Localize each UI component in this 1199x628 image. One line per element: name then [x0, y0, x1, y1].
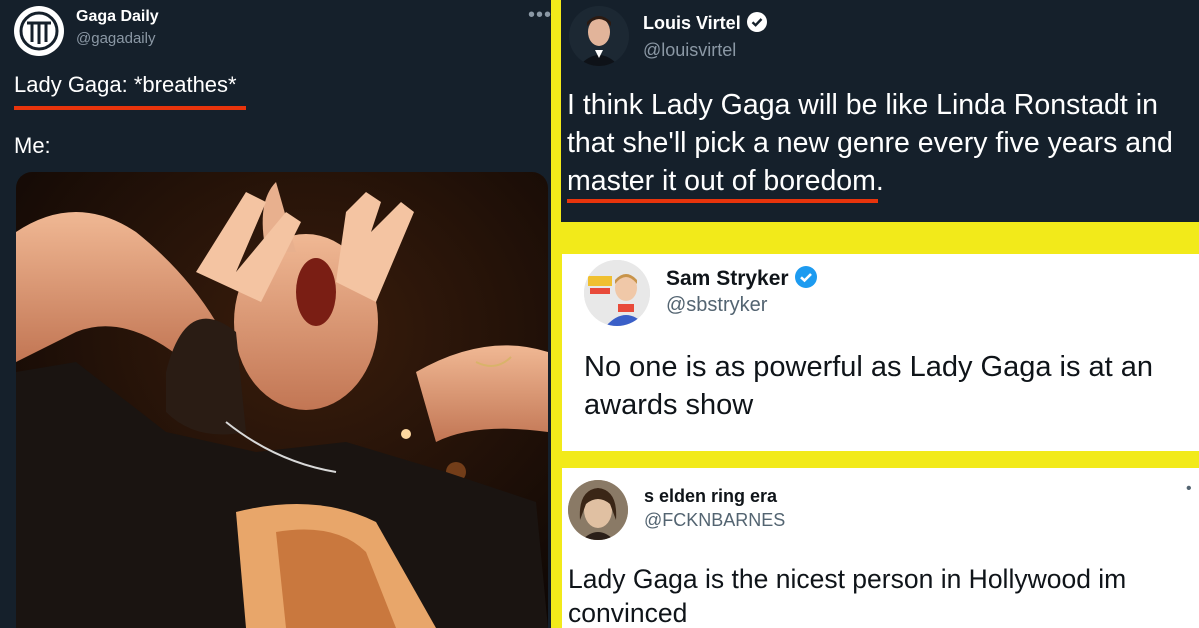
- avatar[interactable]: [568, 480, 628, 540]
- display-name[interactable]: s elden ring era: [644, 486, 777, 507]
- handle[interactable]: @sbstryker: [666, 294, 767, 317]
- gaga-daily-logo-icon: [15, 7, 63, 55]
- tweet-text: Lady Gaga is the nicest person in Hollyw…: [568, 564, 1127, 628]
- red-underline: [14, 106, 246, 110]
- tweet-text-line1: Lady Gaga: *breathes*: [14, 72, 237, 97]
- tweet-louisvirtel: Louis Virtel @louisvirtel I think Lady G…: [561, 0, 1199, 222]
- avatar[interactable]: [584, 260, 650, 326]
- profile-photo-icon: [584, 260, 650, 326]
- handle[interactable]: @FCKNBARNES: [644, 510, 785, 531]
- avatar[interactable]: [14, 6, 64, 56]
- verified-badge-icon: [794, 266, 817, 288]
- display-name-text: Louis Virtel: [643, 13, 741, 33]
- tweet-sbstryker: Sam Stryker @sbstryker No one is as powe…: [562, 254, 1199, 451]
- ellipsis-icon[interactable]: •: [1186, 480, 1193, 498]
- display-name[interactable]: Louis Virtel: [643, 12, 767, 34]
- display-name-text: Sam Stryker: [666, 267, 789, 290]
- profile-photo-icon: [568, 480, 628, 540]
- tweet-fcknbarnes: s elden ring era @FCKNBARNES • Lady Gaga…: [562, 468, 1199, 628]
- tweet-photo[interactable]: [16, 172, 548, 628]
- red-underline: [567, 199, 878, 203]
- handle[interactable]: @gagadaily: [76, 30, 155, 47]
- verified-badge-icon: [746, 12, 767, 32]
- tweet-text: I think Lady Gaga will be like Linda Ron…: [567, 89, 1173, 197]
- handle[interactable]: @louisvirtel: [643, 40, 736, 61]
- profile-photo-icon: [569, 6, 629, 66]
- ellipsis-icon[interactable]: •••: [528, 4, 551, 27]
- display-name[interactable]: Sam Stryker: [666, 266, 817, 291]
- tweet-text-line2: Me:: [14, 133, 51, 158]
- display-name[interactable]: Gaga Daily: [76, 8, 159, 26]
- photo-illustration: [16, 172, 548, 628]
- avatar[interactable]: [569, 6, 629, 66]
- tweet-text: No one is as powerful as Lady Gaga is at…: [584, 351, 1154, 421]
- tweet-gagadaily: Gaga Daily @gagadaily ••• Lady Gaga: *br…: [0, 0, 551, 628]
